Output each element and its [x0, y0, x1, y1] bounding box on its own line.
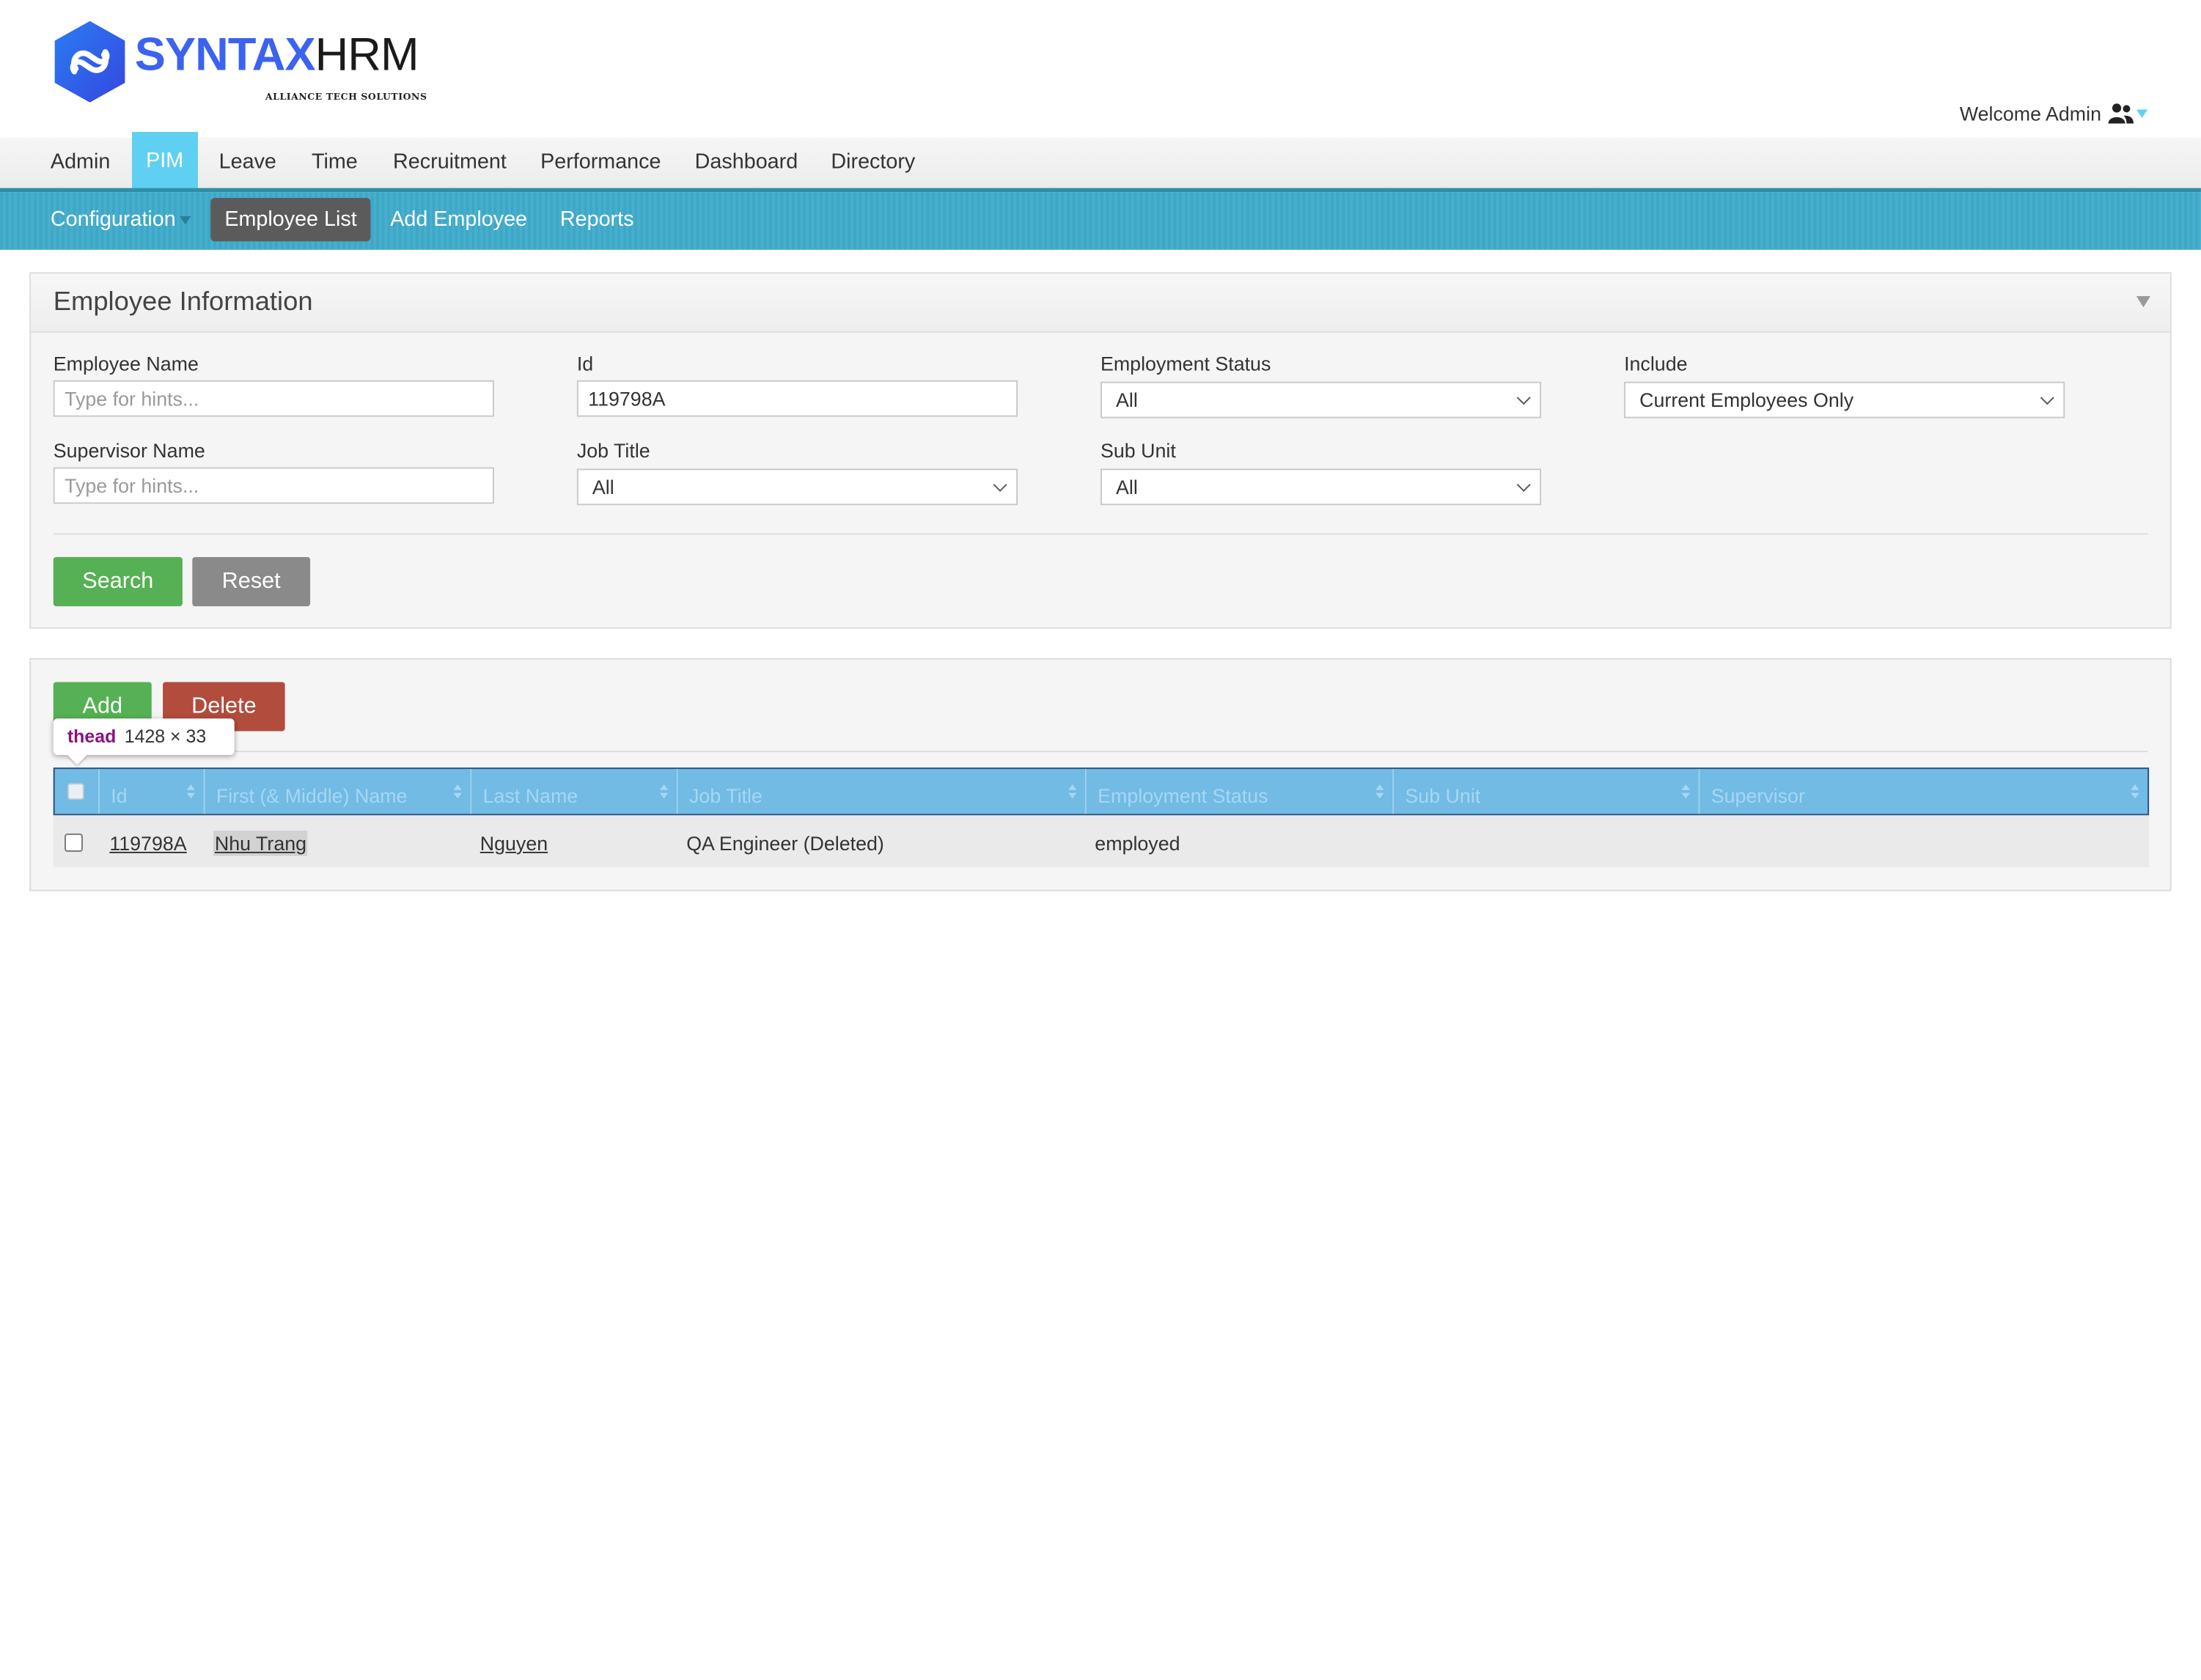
include-label: Include [1624, 352, 1688, 375]
supervisor-name-input[interactable] [53, 467, 494, 504]
first-name-text: Nhu Trang [213, 830, 308, 856]
sort-icon [1375, 784, 1384, 799]
menu-item-recruitment[interactable]: Recruitment [379, 138, 521, 188]
include-select[interactable]: Current Employees Only [1624, 381, 2065, 419]
reset-button[interactable]: Reset [192, 557, 311, 607]
job-title-select[interactable]: All [576, 468, 1018, 506]
column-header-sub-unit[interactable]: Sub Unit [1394, 769, 1700, 814]
row-first-name-link[interactable]: Nhu Trang [213, 815, 308, 867]
inspector-tooltip: thead 1428 × 33 [53, 718, 235, 756]
chevron-down-icon [1516, 391, 1531, 405]
select-all-checkbox[interactable] [67, 783, 84, 800]
submenu-item-reports[interactable]: Reports [546, 198, 648, 241]
column-header-label: Job Title [689, 784, 763, 807]
chevron-down-icon [2040, 391, 2054, 405]
tooltip-arrow [67, 755, 87, 765]
menu-item-leave[interactable]: Leave [205, 138, 291, 188]
sort-icon [659, 784, 669, 799]
job-title-value: All [592, 476, 614, 498]
submenu-item-add-employee[interactable]: Add Employee [376, 198, 541, 241]
tooltip-tag: thead [67, 725, 117, 747]
menu-item-time[interactable]: Time [298, 138, 372, 188]
row-id-link[interactable]: 119798A [109, 815, 186, 867]
supervisor-name-label: Supervisor Name [53, 439, 205, 462]
panel-title: Employee Information [53, 287, 313, 317]
column-header-label: Supervisor [1711, 784, 1805, 807]
sort-icon [453, 784, 462, 799]
chevron-down-icon [993, 477, 1007, 492]
page: SYNTAXHRM ALLIANCE TECH SOLUTIONS Welcom… [0, 0, 2201, 1608]
row-last-name-link[interactable]: Nguyen [480, 815, 548, 867]
row-checkbox[interactable] [65, 833, 83, 852]
chevron-down-icon [1516, 477, 1531, 492]
sort-icon [2131, 784, 2139, 799]
select-all-cell [55, 769, 100, 814]
submenu-item-configuration[interactable]: Configuration [37, 198, 205, 241]
sub-menu: Configuration Employee List Add Employee… [0, 192, 2201, 250]
employee-search-panel: Employee Information Employee Name Id Em… [29, 272, 2172, 629]
column-header-last-name[interactable]: Last Name [471, 769, 678, 814]
column-header-id[interactable]: Id [100, 769, 205, 814]
sub-unit-select[interactable]: All [1100, 468, 1542, 506]
column-header-label: Id [111, 784, 128, 807]
brand-tagline: ALLIANCE TECH SOLUTIONS [265, 91, 427, 103]
employee-name-label: Employee Name [53, 352, 199, 375]
sub-unit-label: Sub Unit [1100, 439, 1176, 462]
panel-header: Employee Information [31, 273, 2170, 333]
employment-status-value: All [1116, 388, 1138, 411]
column-header-job-title[interactable]: Job Title [678, 769, 1087, 814]
sub-unit-value: All [1116, 476, 1138, 498]
brand-name: SYNTAXHRM [134, 28, 419, 81]
row-job-title: QA Engineer (Deleted) [686, 832, 884, 855]
column-header-employment-status[interactable]: Employment Status [1087, 769, 1395, 814]
sort-icon [1681, 784, 1691, 799]
menu-item-admin[interactable]: Admin [37, 138, 125, 188]
column-header-label: Last Name [482, 784, 578, 807]
sort-icon [186, 784, 196, 799]
search-button[interactable]: Search [53, 557, 183, 607]
sort-icon [1068, 784, 1077, 799]
employment-status-select[interactable]: All [1100, 381, 1542, 419]
toolbar-divider [53, 751, 2148, 753]
submenu-item-label: Configuration [50, 207, 176, 232]
include-value: Current Employees Only [1639, 388, 1854, 411]
column-header-label: Employment Status [1098, 784, 1268, 807]
employee-results-panel: Add Delete Id First (& Middle) Name Last… [29, 657, 2172, 891]
menu-item-directory[interactable]: Directory [817, 138, 929, 188]
id-input[interactable] [576, 380, 1018, 417]
caret-down-icon [2136, 109, 2148, 118]
row-employment-status: employed [1095, 832, 1180, 855]
menu-item-dashboard[interactable]: Dashboard [681, 138, 812, 188]
employment-status-label: Employment Status [1100, 352, 1271, 375]
menu-item-pim[interactable]: PIM [131, 131, 198, 188]
employee-name-input[interactable] [53, 380, 494, 417]
table-header: Id First (& Middle) Name Last Name Job T… [53, 767, 2150, 816]
menu-item-performance[interactable]: Performance [526, 138, 675, 188]
brand-logo[interactable]: SYNTAXHRM ALLIANCE TECH SOLUTIONS [51, 18, 444, 108]
form-divider [53, 533, 2148, 535]
welcome-user[interactable]: Welcome Admin [1959, 102, 2148, 125]
column-header-first-name[interactable]: First (& Middle) Name [205, 769, 472, 814]
job-title-label: Job Title [576, 439, 650, 462]
column-header-label: First (& Middle) Name [216, 784, 408, 807]
welcome-text: Welcome Admin [1959, 102, 2102, 125]
table-row: 119798A Nhu Trang Nguyen QA Engineer (De… [53, 815, 2150, 868]
users-icon [2108, 103, 2134, 124]
id-label: Id [576, 352, 594, 375]
caret-down-icon [180, 215, 191, 225]
submenu-item-employee-list[interactable]: Employee List [210, 197, 371, 242]
hexagon-logo-icon [54, 21, 125, 103]
main-menu: Admin PIM Leave Time Recruitment Perform… [0, 131, 2201, 193]
collapse-toggle-icon[interactable] [2136, 295, 2151, 308]
tooltip-dimensions: 1428 × 33 [124, 725, 207, 747]
column-header-label: Sub Unit [1405, 784, 1481, 807]
column-header-supervisor[interactable]: Supervisor [1700, 769, 2147, 814]
